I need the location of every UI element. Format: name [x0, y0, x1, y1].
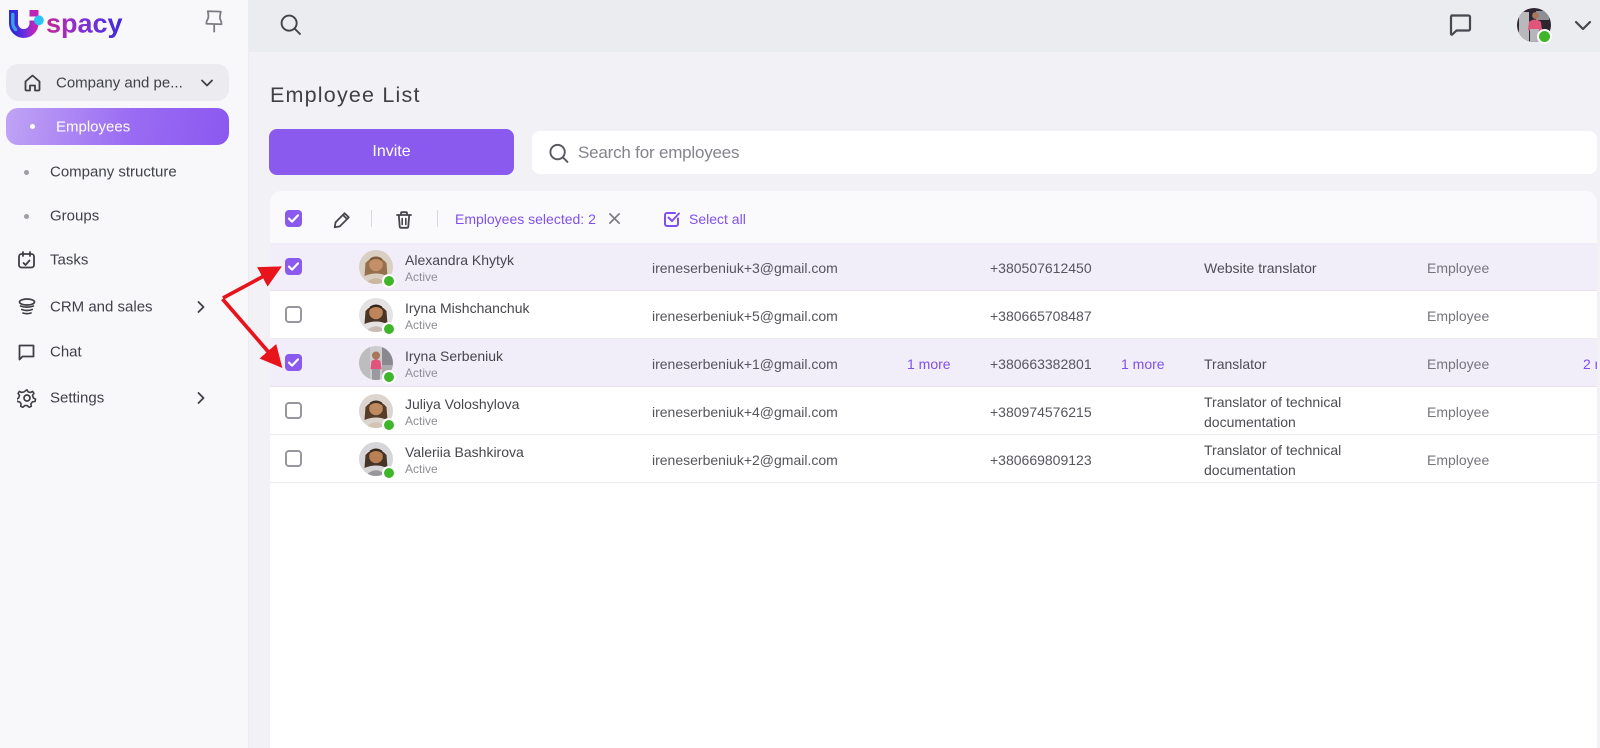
svg-text:spacy: spacy	[46, 10, 123, 39]
